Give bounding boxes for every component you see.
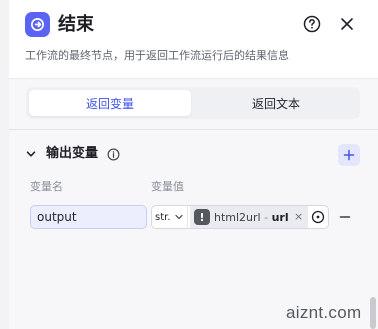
node-title: 结束	[58, 14, 94, 35]
type-select[interactable]: str.	[152, 206, 188, 228]
variable-value-field: str. ! html2url - url ×	[151, 205, 329, 229]
tab-return-variables[interactable]: 返回变量	[29, 90, 191, 116]
close-icon[interactable]	[337, 14, 357, 34]
reference-label: html2url - url	[214, 211, 289, 224]
clear-reference-icon[interactable]: ×	[294, 211, 304, 223]
column-label-value: 变量值	[151, 180, 184, 193]
target-icon[interactable]	[310, 209, 326, 225]
reference-node: html2url	[214, 210, 261, 224]
chevron-down-icon	[174, 212, 184, 222]
warning-icon: !	[194, 209, 210, 225]
column-label-name: 变量名	[30, 180, 63, 193]
return-mode-tabs: 返回变量 返回文本	[26, 87, 360, 119]
collapse-chevron-icon[interactable]	[23, 146, 39, 162]
output-variables-section: 输出变量 变量名 变量值 str.	[9, 131, 378, 329]
help-icon[interactable]	[302, 14, 322, 34]
tab-return-text[interactable]: 返回文本	[195, 90, 357, 116]
watermark: aiznt.com	[286, 303, 362, 322]
section-title: 输出变量	[46, 146, 99, 161]
exit-icon	[25, 12, 50, 37]
minus-icon	[339, 216, 351, 218]
type-select-value: str.	[155, 211, 171, 223]
reference-separator: -	[260, 210, 272, 224]
end-node-panel: 结束 工作流的最终节点，用于返回工作流运行后的结果信息 返回变量 返回文本 输出…	[9, 0, 378, 329]
remove-variable-button[interactable]	[338, 210, 352, 224]
info-icon[interactable]	[106, 147, 120, 161]
reference-variable: url	[271, 210, 289, 224]
plus-icon	[343, 149, 355, 161]
panel-header: 结束 工作流的最终节点，用于返回工作流运行后的结果信息	[9, 0, 378, 78]
scrollbar[interactable]	[370, 297, 376, 329]
return-mode-section: 返回变量 返回文本	[9, 78, 378, 130]
variable-reference-chip[interactable]: ! html2url - url ×	[190, 206, 308, 228]
add-variable-button[interactable]	[338, 144, 360, 166]
node-description: 工作流的最终节点，用于返回工作流运行后的结果信息	[25, 49, 289, 62]
variable-name-input[interactable]	[30, 205, 147, 229]
